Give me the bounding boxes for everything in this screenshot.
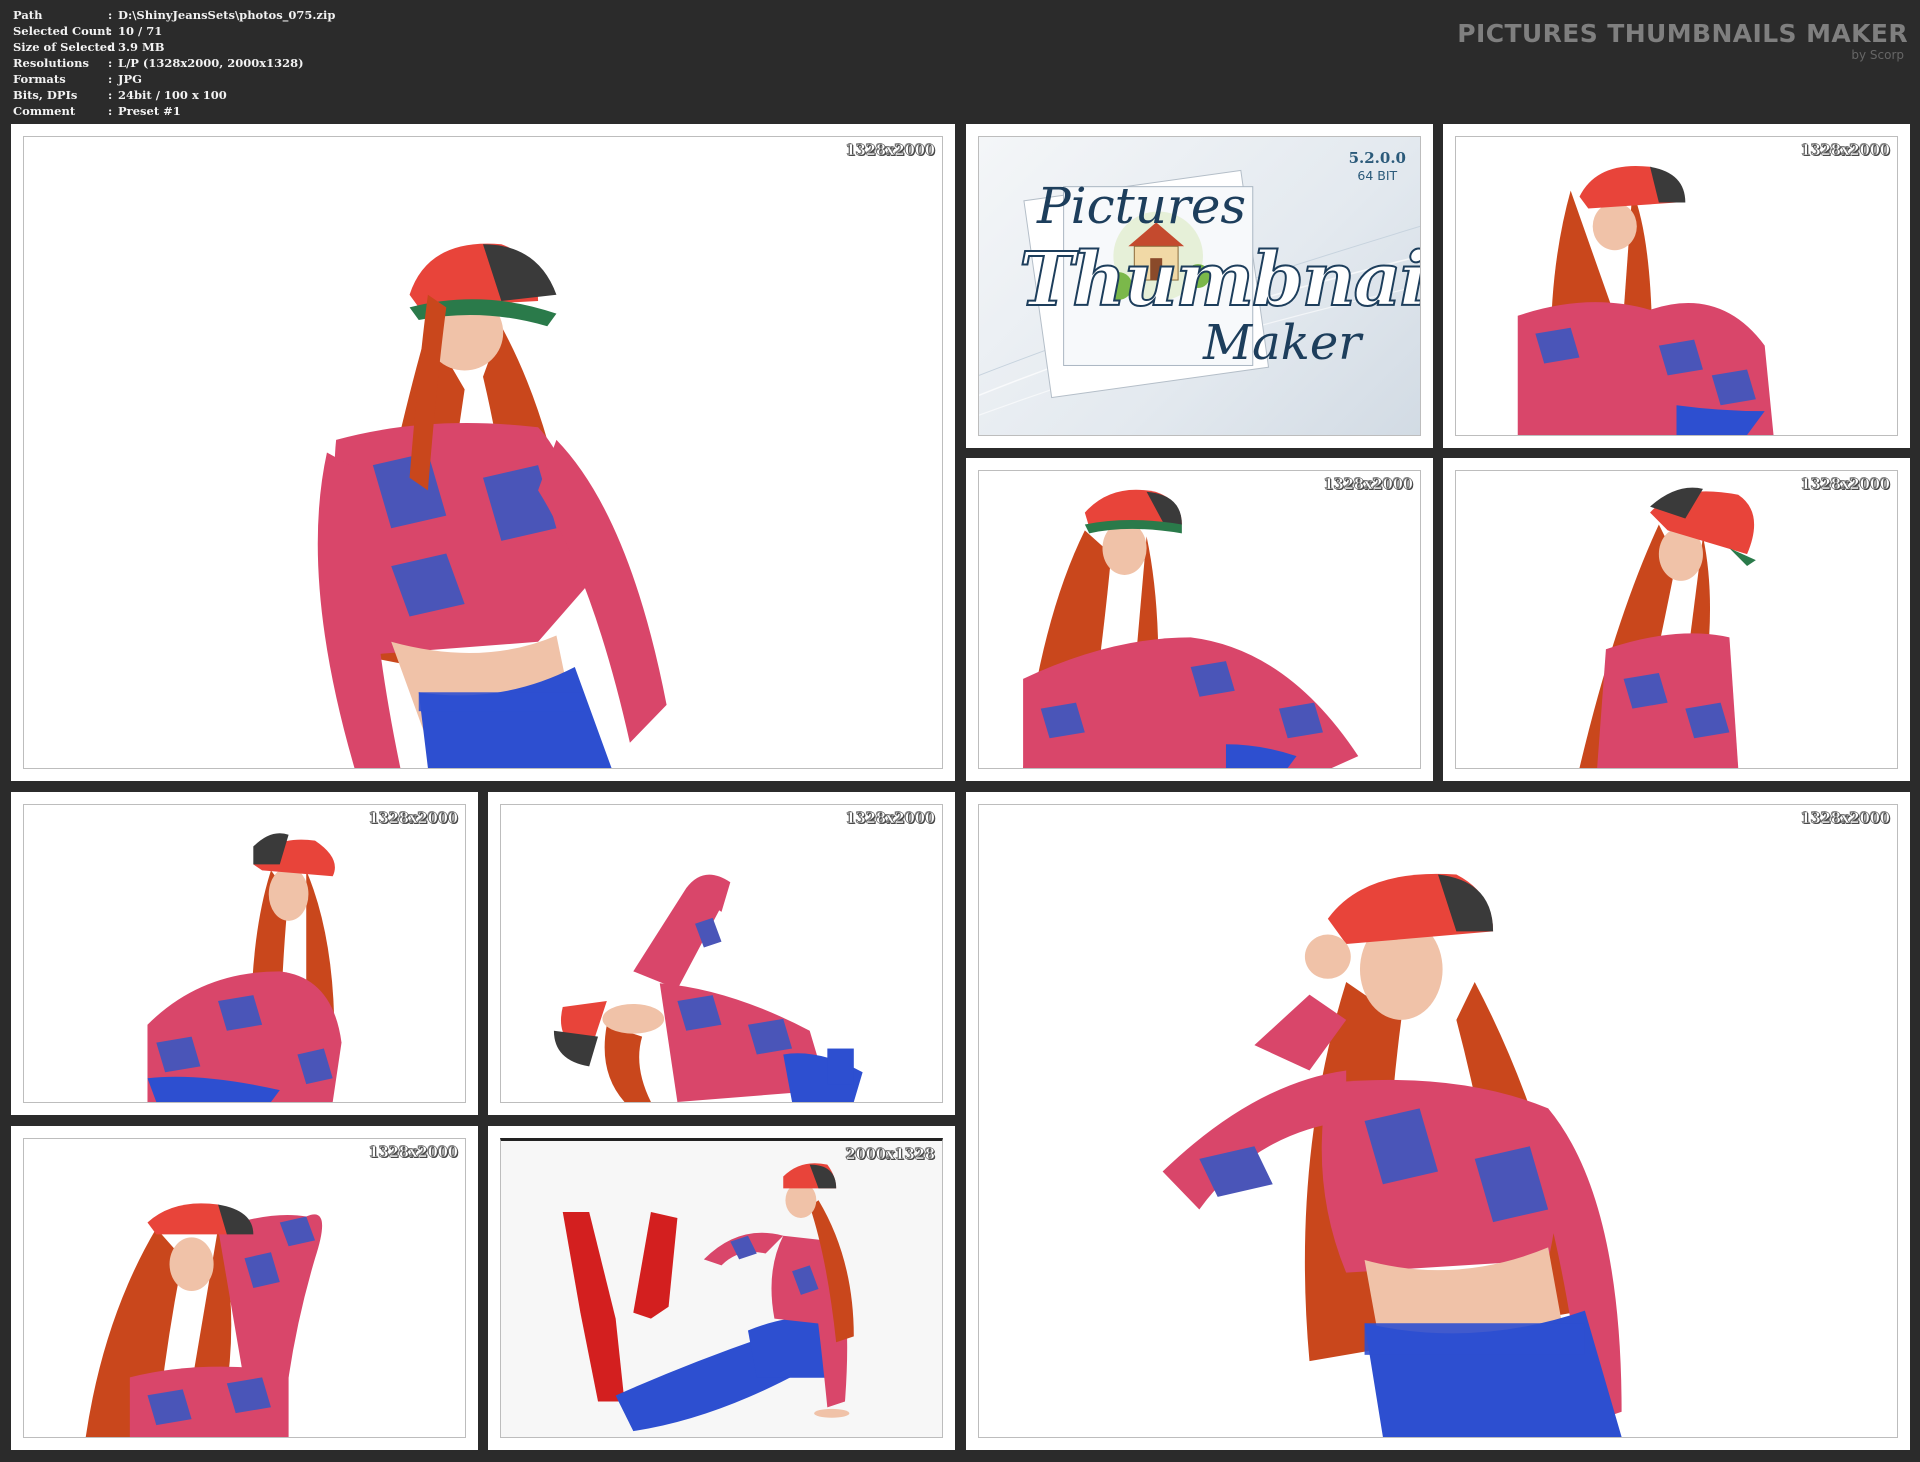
thumbnail-tile[interactable]: 1328x2000 [966, 792, 1910, 1450]
app-logo-image: Pictures Thumbnails Maker 5.2.0.0 64 BIT [978, 136, 1421, 436]
resolution-label: 1328x2000 [1323, 476, 1413, 494]
thumbnail-tile[interactable]: 1328x2000 [488, 792, 955, 1115]
photo-figure [1023, 489, 1359, 768]
resolution-label: 1328x2000 [1800, 810, 1890, 828]
thumbnail-image: 1328x2000 [978, 804, 1898, 1438]
resolution-label: 2000x1328 [845, 1146, 935, 1164]
thumbnail-tile[interactable]: 1328x2000 [1443, 124, 1910, 448]
photo-figure [501, 1141, 942, 1437]
brand-subtitle: by Scorp [1851, 48, 1904, 62]
thumbnail-image: 1328x2000 [23, 1138, 466, 1438]
photo-figure [1579, 487, 1756, 768]
thumbnail-image: 2000x1328 [500, 1138, 943, 1438]
resolution-label: 1328x2000 [368, 810, 458, 828]
brand-title: PICTURES THUMBNAILS MAKER [1457, 19, 1908, 48]
thumbnail-image: 1328x2000 [23, 136, 943, 769]
thumbnail-tile[interactable]: 1328x2000 [11, 124, 955, 781]
info-row-resolutions: Resolutions: L/P (1328x2000, 2000x1328) [13, 56, 304, 70]
photo-figure [553, 874, 863, 1102]
resolution-label: 1328x2000 [368, 1144, 458, 1162]
info-row-size: Size of Selected: 3.9 MB [13, 40, 165, 54]
logo-word-pictures: Pictures [1037, 177, 1247, 235]
version-number: 5.2.0.0 [1348, 149, 1406, 167]
photo-figure [147, 833, 342, 1102]
photo-figure [24, 137, 942, 768]
thumbnail-image: 1328x2000 [978, 470, 1421, 769]
info-row-selected-count: Selected Count: 10 / 71 [13, 24, 163, 38]
resolution-label: 1328x2000 [845, 142, 935, 160]
thumbnail-image: 1328x2000 [1455, 136, 1898, 436]
photo-figure [85, 1203, 323, 1437]
info-row-comment: Comment: Preset #1 [13, 104, 181, 118]
thumbnail-image: 1328x2000 [1455, 470, 1898, 769]
version-badge: 5.2.0.0 64 BIT [1349, 149, 1406, 183]
app-logo-tile: Pictures Thumbnails Maker 5.2.0.0 64 BIT [966, 124, 1433, 448]
resolution-label: 1328x2000 [1800, 142, 1890, 160]
thumbnail-image: 1328x2000 [23, 804, 466, 1103]
thumbnail-tile[interactable]: 1328x2000 [1443, 458, 1910, 781]
thumbnail-image: 1328x2000 [500, 804, 943, 1103]
thumbnail-tile[interactable]: 2000x1328 [488, 1126, 955, 1450]
thumbnail-tile[interactable]: 1328x2000 [966, 458, 1433, 781]
logo-word-thumbnails: Thumbnails [1018, 236, 1420, 324]
brand-watermark: PICTURES THUMBNAILS MAKER by Scorp [1457, 19, 1908, 63]
info-row-path: Path: D:\ShinyJeansSets\photos_075.zip [13, 8, 336, 22]
resolution-label: 1328x2000 [1800, 476, 1890, 494]
photo-figure [1517, 165, 1774, 435]
info-row-formats: Formats: JPG [13, 72, 142, 86]
resolution-label: 1328x2000 [845, 810, 935, 828]
thumbnail-tile[interactable]: 1328x2000 [11, 1126, 478, 1450]
logo-word-maker: Maker [1203, 315, 1362, 371]
photo-figure [1162, 873, 1622, 1437]
info-row-bits-dpis: Bits, DPIs:24bit / 100 x 100 [13, 88, 227, 102]
version-arch: 64 BIT [1357, 168, 1398, 183]
thumbnail-tile[interactable]: 1328x2000 [11, 792, 478, 1115]
file-info-panel: Path: D:\ShinyJeansSets\photos_075.zip Se… [13, 7, 335, 119]
